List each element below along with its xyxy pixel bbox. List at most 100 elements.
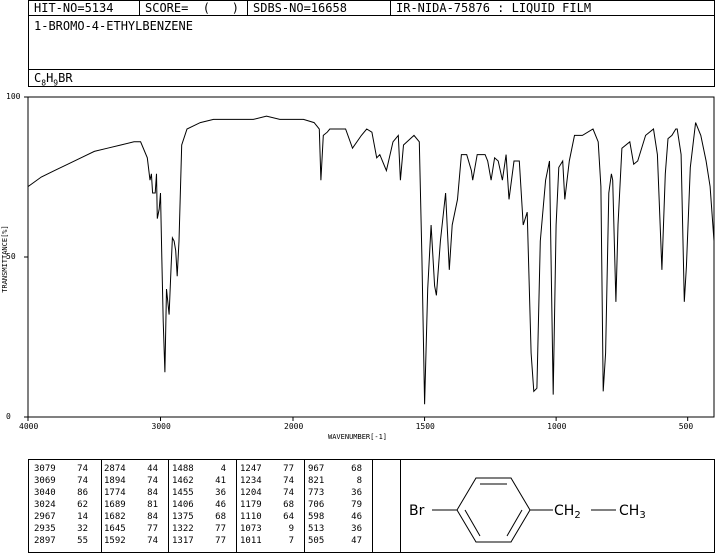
peak-row: 706 79 [308,499,362,511]
peak-wavenumber: 1689 [104,500,126,510]
peak-row: 1317 77 [172,535,226,547]
peak-transmittance: 77 [147,524,158,534]
peak-transmittance: 79 [351,500,362,510]
peak-wavenumber: 505 [308,536,325,546]
peak-row: 1689 81 [104,499,158,511]
peak-row: 1234 74 [240,475,294,487]
peak-wavenumber: 1774 [104,488,126,498]
peak-wavenumber: 1179 [240,500,262,510]
peak-wavenumber: 1455 [172,488,194,498]
peak-column: 1488 4 1462 41 1455 36 1406 46 1375 68 1322 77 1317 7… [172,463,226,547]
peak-wavenumber: 2967 [34,512,56,522]
peak-row: 1011 7 [240,535,294,547]
peak-transmittance: 36 [351,524,362,534]
peak-transmittance: 84 [147,488,158,498]
ring-double-bond-3 [464,509,481,537]
peak-wavenumber: 2935 [34,524,56,534]
y-tick-100: 100 [6,92,21,101]
peak-transmittance: 81 [147,500,158,510]
peak-row: 1645 77 [104,523,158,535]
peak-row: 967 68 [308,463,362,475]
x-tick-1000: 1000 [547,422,567,431]
peak-row: 1406 46 [172,499,226,511]
peak-wavenumber: 3069 [34,476,56,486]
peak-wavenumber: 598 [308,512,325,522]
peak-row: 1322 77 [172,523,226,535]
peak-row: 3069 74 [34,475,88,487]
peak-column: 3079 74 3069 74 3040 86 3024 62 2967 14 2935 32 2897… [34,463,88,547]
peak-wavenumber: 1406 [172,500,194,510]
peak-transmittance: 74 [77,476,88,486]
peak-transmittance: 44 [147,464,158,474]
peak-transmittance: 64 [283,512,294,522]
peak-row: 2874 44 [104,463,158,475]
peak-row: 773 36 [308,487,362,499]
x-tick-4000: 4000 [19,422,39,431]
peak-row: 1110 64 [240,511,294,523]
peak-row: 1682 84 [104,511,158,523]
peak-row: 1375 68 [172,511,226,523]
peak-row: 3079 74 [34,463,88,475]
peak-row: 598 46 [308,511,362,523]
bromine-label: Br [409,503,425,519]
peak-row: 1179 68 [240,499,294,511]
peak-wavenumber: 1488 [172,464,194,474]
peak-row: 513 36 [308,523,362,535]
peak-wavenumber: 1682 [104,512,126,522]
y-tick-0: 0 [6,412,11,421]
peak-transmittance: 7 [288,536,294,546]
peak-wavenumber: 3040 [34,488,56,498]
peak-row: 2967 14 [34,511,88,523]
peak-wavenumber: 3024 [34,500,56,510]
peak-transmittance: 36 [351,488,362,498]
peak-transmittance: 14 [77,512,88,522]
peak-wavenumber: 1645 [104,524,126,534]
peak-transmittance: 47 [351,536,362,546]
peak-transmittance: 68 [283,500,294,510]
peak-row: 2897 55 [34,535,88,547]
ring-double-bond-2 [506,509,523,537]
peak-transmittance: 46 [215,500,226,510]
peak-transmittance: 74 [283,476,294,486]
peak-wavenumber: 1110 [240,512,262,522]
ir-spectrum-chart [24,96,715,421]
y-axis-label: TRANSMITTANCE[%] [1,225,9,293]
peak-wavenumber: 821 [308,476,325,486]
ch2-label: CH2 [554,503,581,521]
peak-transmittance: 9 [288,524,294,534]
x-tick-3000: 3000 [151,422,171,431]
peak-transmittance: 46 [351,512,362,522]
peak-transmittance: 86 [77,488,88,498]
peak-wavenumber: 1322 [172,524,194,534]
peak-wavenumber: 2874 [104,464,126,474]
peak-transmittance: 36 [215,488,226,498]
peak-transmittance: 74 [147,536,158,546]
peak-transmittance: 77 [283,464,294,474]
benzene-ring [456,477,531,543]
peak-wavenumber: 1592 [104,536,126,546]
peak-transmittance: 74 [77,464,88,474]
x-tick-1500: 1500 [415,422,435,431]
peak-column: 967 68 821 8 773 36 706 79 598 46 513 36 505 47 [308,463,362,547]
peak-row: 3040 86 [34,487,88,499]
structure-diagram: Br CH2 CH3 [409,477,646,543]
peak-transmittance: 77 [215,524,226,534]
peak-wavenumber: 1317 [172,536,194,546]
x-tick-500: 500 [678,422,694,431]
peak-row: 1247 77 [240,463,294,475]
peak-transmittance: 68 [215,512,226,522]
peak-wavenumber: 1247 [240,464,262,474]
peak-wavenumber: 1204 [240,488,262,498]
peak-transmittance: 68 [351,464,362,474]
peak-column: 1247 77 1234 74 1204 74 1179 68 1110 64 1073 9 1011 7 [240,463,294,547]
peak-row: 1073 9 [240,523,294,535]
peak-transmittance: 74 [147,476,158,486]
chart-frame [27,96,715,418]
peak-transmittance: 32 [77,524,88,534]
peak-row: 1774 84 [104,487,158,499]
peak-column: 2874 44 1894 74 1774 84 1689 81 1682 84 1645 77 1592… [104,463,158,547]
peak-row: 1455 36 [172,487,226,499]
peak-wavenumber: 1462 [172,476,194,486]
peak-wavenumber: 513 [308,524,325,534]
peak-row: 2935 32 [34,523,88,535]
